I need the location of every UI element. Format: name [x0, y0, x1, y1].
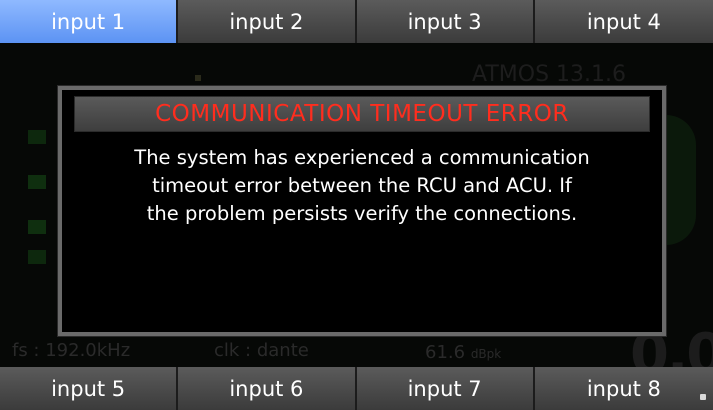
meter-marker [195, 75, 201, 81]
tab-input-4[interactable]: input 4 [534, 0, 713, 43]
top-input-tabs: input 1 input 2 input 3 input 4 [0, 0, 713, 43]
level-value: 61.6 [425, 342, 466, 363]
tab-input-5[interactable]: input 5 [0, 367, 179, 410]
dialog-message-line: the problem persists verify the connecti… [146, 202, 578, 225]
tab-input-8[interactable]: input 8 [534, 367, 713, 410]
tab-input-1[interactable]: input 1 [0, 0, 179, 43]
error-dialog: COMMUNICATION TIMEOUT ERROR The system h… [58, 86, 666, 336]
speaker-indicator [28, 130, 46, 144]
level-readout: 61.6 dBpk [425, 342, 501, 363]
clock-source-label: clk : dante [214, 340, 309, 361]
bottom-input-tabs: input 5 input 6 input 7 input 8 [0, 367, 713, 410]
dialog-message-line: timeout error between the RCU and ACU. I… [152, 174, 572, 197]
tab-input-6[interactable]: input 6 [178, 367, 357, 410]
tab-input-2[interactable]: input 2 [178, 0, 357, 43]
speaker-indicator [28, 220, 46, 234]
sample-rate-label: fs : 192.0kHz [12, 340, 131, 361]
tab-input-7[interactable]: input 7 [356, 367, 535, 410]
codec-label: ATMOS 13.1.6 [472, 62, 627, 87]
dialog-title: COMMUNICATION TIMEOUT ERROR [74, 96, 650, 132]
dialog-message-line: The system has experienced a communicati… [134, 146, 590, 169]
dialog-message: The system has experienced a communicati… [76, 144, 648, 228]
speaker-indicator [28, 250, 46, 264]
speaker-indicator [28, 175, 46, 189]
tab-input-3[interactable]: input 3 [356, 0, 535, 43]
level-unit: dBpk [470, 347, 502, 361]
status-dot [700, 394, 706, 400]
